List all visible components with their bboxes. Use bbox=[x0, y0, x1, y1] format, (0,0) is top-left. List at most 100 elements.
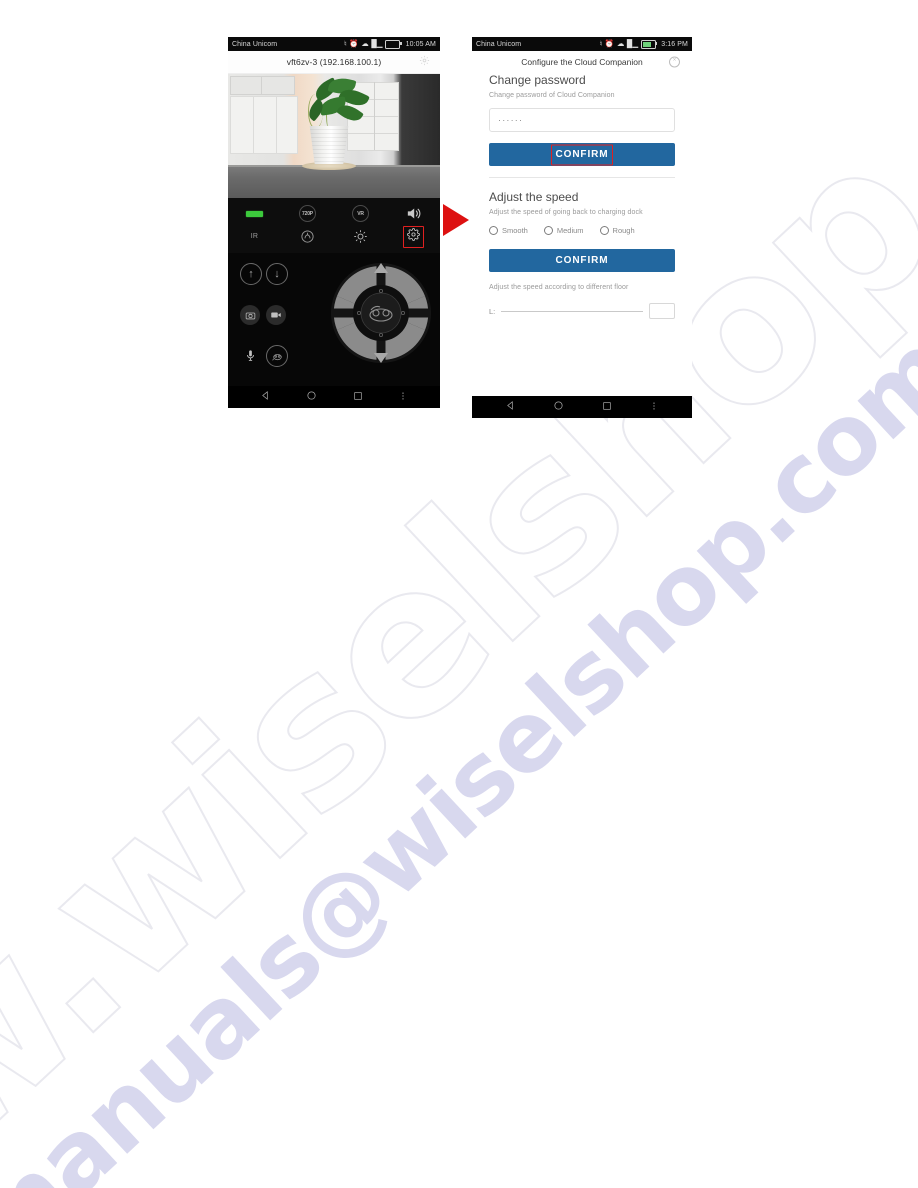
confirm-highlight-box bbox=[551, 144, 613, 165]
nav-recent-icon[interactable] bbox=[602, 398, 612, 416]
section-adjust-speed: Adjust the speed Adjust the speed of goi… bbox=[489, 190, 675, 272]
app-title-bar-right: Configure the Cloud Companion × bbox=[472, 51, 692, 73]
vibrate-icon: ♮ bbox=[343, 39, 347, 49]
camera-photo-icon[interactable] bbox=[240, 305, 260, 325]
cabinet-upper-1 bbox=[230, 76, 262, 95]
alarm-icon: ⏰ bbox=[349, 39, 359, 49]
section-change-password: Change password Change password of Cloud… bbox=[489, 73, 675, 166]
radio-option-smooth[interactable]: Smooth bbox=[489, 226, 528, 235]
resolution-badge-label: 720P bbox=[299, 205, 316, 222]
status-bar-left: China Unicom ♮ ⏰ ☁ █▁ 10:05 AM bbox=[228, 37, 440, 51]
status-bar-right: China Unicom ♮ ⏰ ☁ █▁ 3:16 PM bbox=[472, 37, 692, 51]
camera-video-icon[interactable] bbox=[266, 305, 286, 325]
vibrate-icon: ♮ bbox=[599, 39, 603, 49]
floor-slider-row[interactable]: L: bbox=[489, 303, 675, 319]
step-arrow-icon bbox=[443, 204, 469, 236]
battery-icon bbox=[385, 39, 402, 49]
cabinet-lower-1 bbox=[230, 96, 254, 154]
cabinet-lower-2 bbox=[253, 96, 277, 154]
wifi-icon: ☁ bbox=[361, 39, 369, 49]
section-divider bbox=[489, 177, 675, 178]
password-value: ······ bbox=[498, 115, 524, 125]
robot-control-area: ↑ ↓ bbox=[228, 253, 440, 408]
brightness-icon[interactable] bbox=[341, 229, 381, 244]
alarm-icon: ⏰ bbox=[604, 39, 615, 49]
radio-label: Smooth bbox=[502, 226, 528, 235]
nav-menu-icon[interactable] bbox=[398, 388, 408, 406]
watermark-accent-text: manuals@wiselshop.com bbox=[0, 312, 918, 1188]
slider-label: L: bbox=[489, 306, 496, 316]
microphone-icon[interactable] bbox=[240, 345, 260, 365]
confirm-password-button[interactable]: CONFIRM bbox=[489, 143, 675, 166]
slider-track[interactable] bbox=[501, 310, 643, 312]
section-floor-speed: Adjust the speed according to different … bbox=[489, 284, 675, 319]
infrared-label: IR bbox=[250, 233, 259, 240]
nav-recent-icon[interactable] bbox=[353, 388, 363, 406]
status-bar-icons: ♮ ⏰ ☁ █▁ 10:05 AM bbox=[343, 39, 436, 49]
carrier-label: China Unicom bbox=[476, 40, 522, 48]
battery-level-icon bbox=[235, 210, 275, 217]
phone-screenshot-left: China Unicom ♮ ⏰ ☁ █▁ 10:05 AM vft6zv-3 … bbox=[228, 37, 440, 418]
android-nav-bar-right bbox=[472, 396, 692, 418]
watermark-outline-text: www.wiselshop.com bbox=[0, 0, 918, 1188]
cabinet-upper-2 bbox=[261, 76, 295, 95]
app-title-bar-left: vft6zv-3 (192.168.100.1) bbox=[228, 51, 440, 74]
radio-circle-icon bbox=[543, 226, 553, 235]
radio-circle-icon bbox=[489, 226, 498, 235]
network-settings-icon[interactable] bbox=[419, 53, 430, 71]
nav-back-icon[interactable] bbox=[505, 398, 516, 416]
signal-4g-icon: █▁ bbox=[626, 39, 639, 49]
wifi-icon: ☁ bbox=[616, 39, 625, 49]
confirm-speed-label: CONFIRM bbox=[555, 255, 609, 266]
battery-icon bbox=[640, 39, 658, 49]
camera-control-panel: 720P VR IR bbox=[228, 198, 440, 253]
slider-value-box[interactable] bbox=[649, 303, 675, 319]
radio-circle-icon bbox=[599, 226, 609, 235]
shelf-divider bbox=[374, 82, 375, 150]
control-row-top: 720P VR bbox=[228, 202, 440, 225]
carrier-label: China Unicom bbox=[232, 40, 278, 48]
vr-badge-label: VR bbox=[352, 205, 369, 222]
section-subtitle: Change password of Cloud Companion bbox=[489, 92, 615, 99]
signal-4g-icon: █▁ bbox=[371, 39, 383, 49]
section-subtitle: Adjust the speed of going back to chargi… bbox=[489, 209, 643, 216]
page-title: Configure the Cloud Companion bbox=[521, 57, 643, 67]
directional-pad[interactable] bbox=[330, 262, 432, 364]
gear-highlight-box bbox=[403, 225, 424, 248]
shelf-row-4 bbox=[347, 133, 399, 151]
siren-icon[interactable] bbox=[288, 229, 328, 244]
password-input[interactable]: ······ bbox=[489, 108, 675, 132]
page-title: vft6zv-3 (192.168.100.1) bbox=[286, 57, 382, 67]
robot-vacuum-icon[interactable] bbox=[266, 345, 288, 367]
settings-form: Change password Change password of Cloud… bbox=[472, 73, 692, 396]
close-icon[interactable]: × bbox=[669, 56, 680, 68]
radio-label: Rough bbox=[612, 226, 635, 235]
vr-mode-icon[interactable]: VR bbox=[341, 205, 381, 222]
nav-menu-icon[interactable] bbox=[649, 398, 659, 416]
android-nav-bar-left bbox=[228, 386, 440, 408]
radio-option-medium[interactable]: Medium bbox=[543, 226, 584, 235]
section-title: Change password bbox=[489, 73, 586, 87]
clock-label: 10:05 AM bbox=[405, 40, 436, 48]
flower-pot-texture bbox=[309, 126, 349, 164]
radio-label: Medium bbox=[556, 226, 584, 235]
section-title: Adjust the speed bbox=[489, 190, 579, 204]
nav-home-icon[interactable] bbox=[306, 388, 317, 406]
phone-screenshot-right: China Unicom ♮ ⏰ ☁ █▁ 3:16 PM Configure … bbox=[472, 37, 692, 418]
status-bar-icons: ♮ ⏰ ☁ █▁ 3:16 PM bbox=[599, 39, 688, 49]
arrow-up-icon[interactable]: ↑ bbox=[240, 263, 262, 285]
nav-back-icon[interactable] bbox=[260, 388, 271, 406]
nav-home-icon[interactable] bbox=[553, 398, 564, 416]
resolution-720p-icon[interactable]: 720P bbox=[288, 205, 328, 222]
live-camera-preview[interactable] bbox=[228, 74, 440, 198]
gear-icon[interactable] bbox=[394, 225, 434, 248]
speaker-volume-icon[interactable] bbox=[394, 205, 434, 222]
radio-option-rough[interactable]: Rough bbox=[599, 226, 635, 235]
confirm-speed-button[interactable]: CONFIRM bbox=[489, 249, 675, 272]
arrow-down-icon[interactable]: ↓ bbox=[266, 263, 288, 285]
floor-subtitle: Adjust the speed according to different … bbox=[489, 284, 629, 291]
cabinet-lower-3 bbox=[276, 96, 298, 154]
infrared-icon[interactable]: IR bbox=[235, 233, 275, 240]
speed-option-group: Smooth Medium Rough bbox=[489, 226, 675, 235]
watermark-layer: www.wiselshop.com manuals@wiselshop.com bbox=[0, 0, 918, 1188]
